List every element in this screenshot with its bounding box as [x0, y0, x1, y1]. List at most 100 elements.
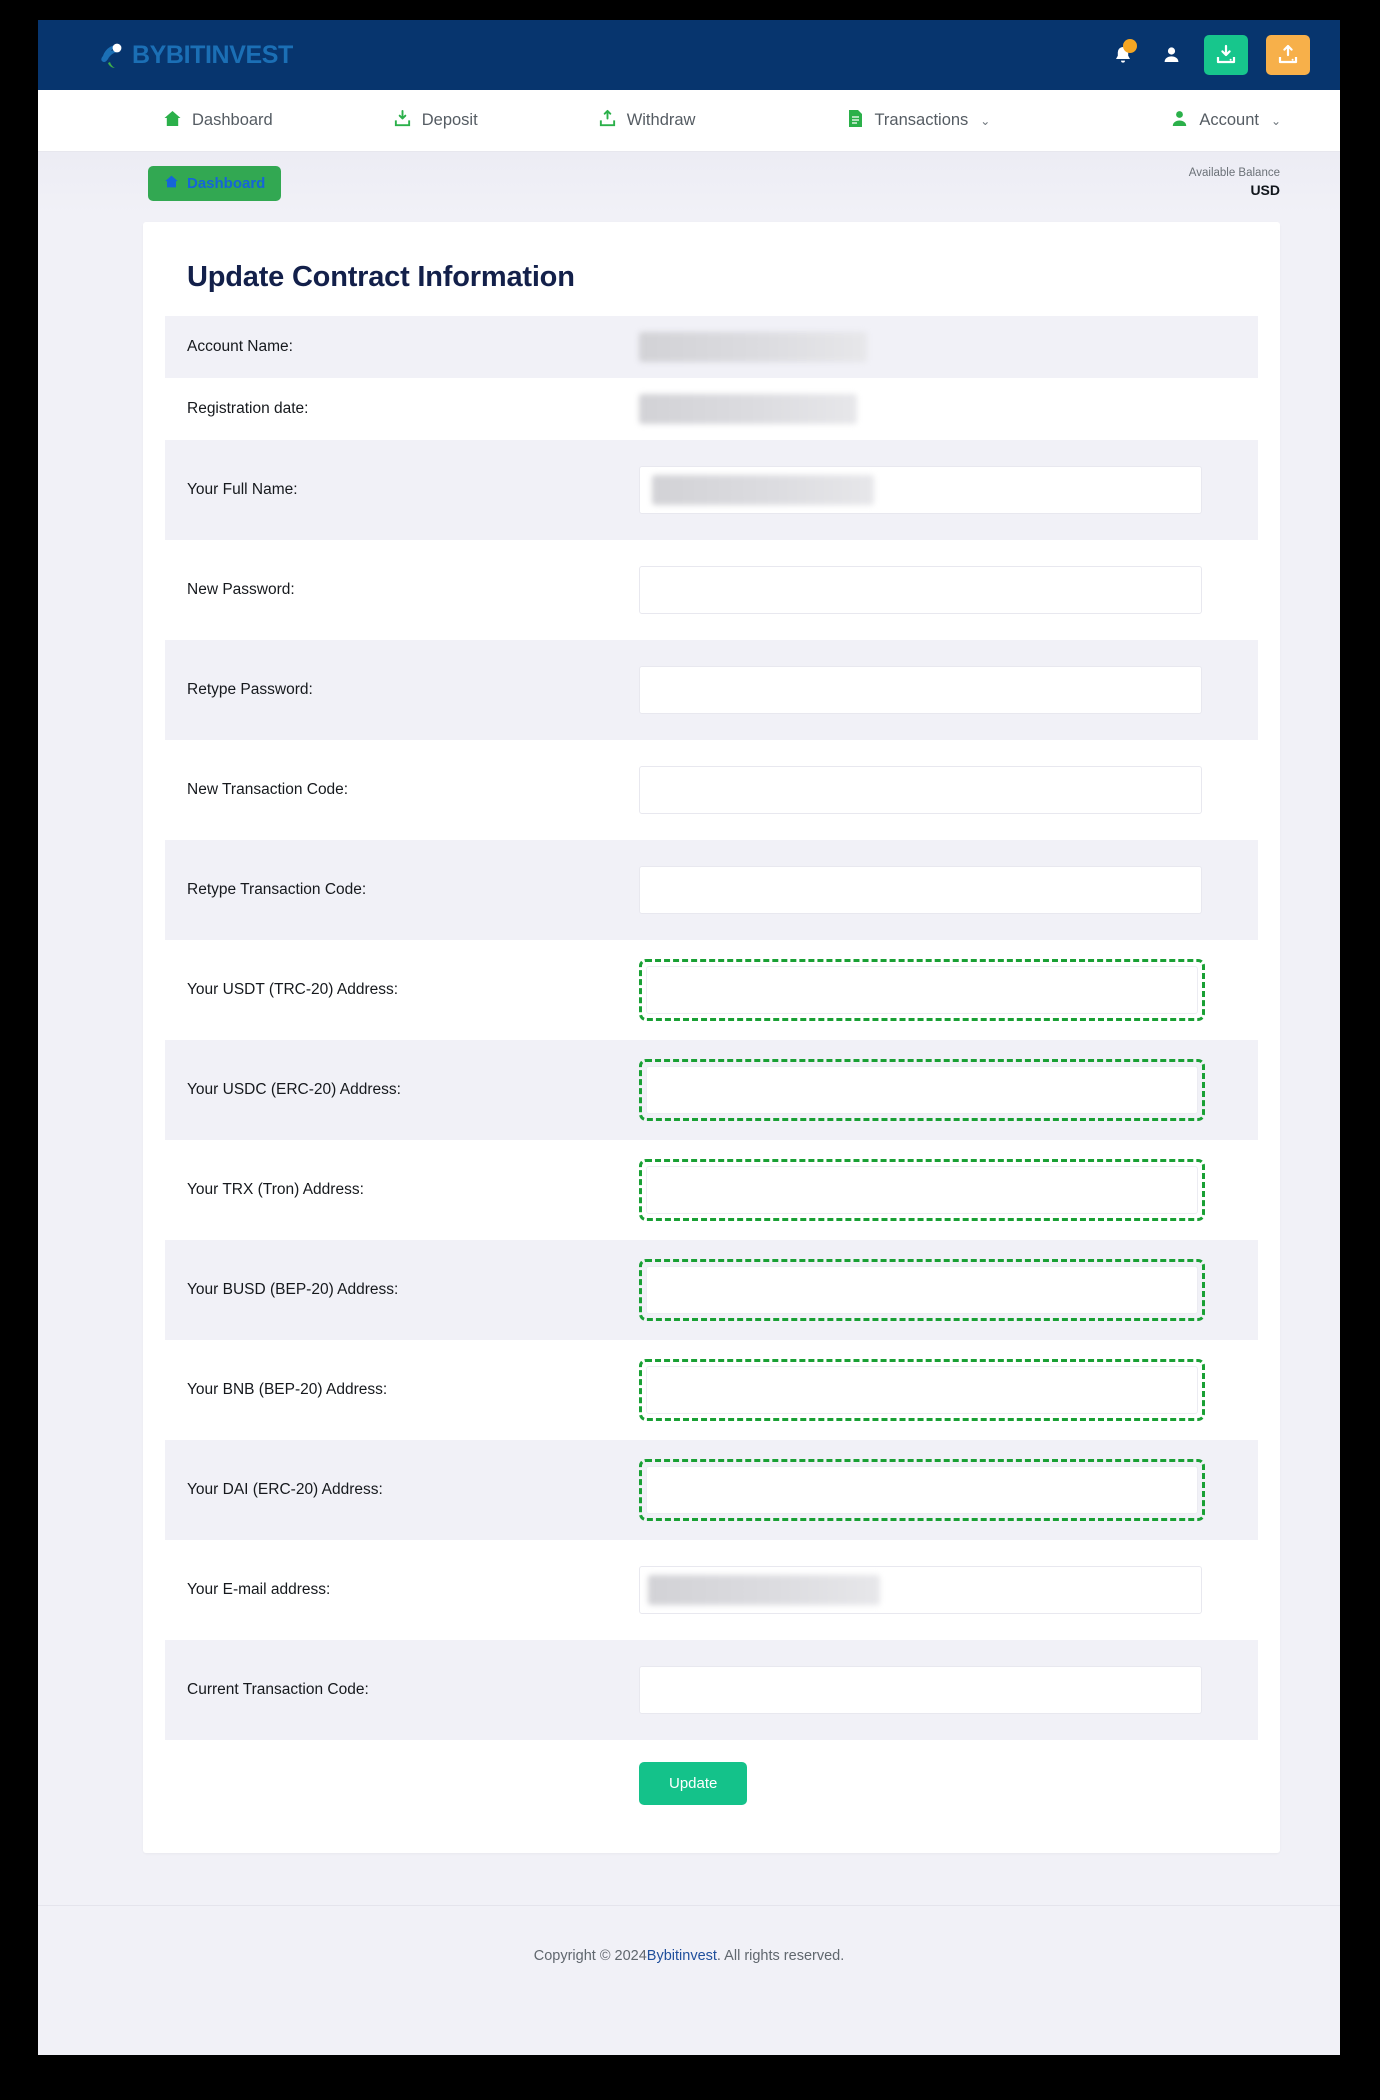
redacted-value [639, 394, 857, 424]
home-icon [164, 174, 179, 193]
text-input[interactable] [639, 1566, 1202, 1614]
redacted-value [648, 1575, 880, 1605]
form-row-field [639, 1566, 1236, 1614]
form-row-field [639, 1359, 1236, 1421]
form-row-label: Account Name: [187, 338, 293, 355]
form-row-label: Your USDC (ERC-20) Address: [187, 1081, 401, 1098]
text-input[interactable] [639, 766, 1202, 814]
redacted-value [639, 332, 867, 362]
highlighted-field-outline [639, 1059, 1205, 1121]
bell-icon[interactable] [1108, 39, 1138, 70]
highlighted-field-outline [639, 1159, 1205, 1221]
content-area: Update Contract Information Account Name… [38, 214, 1340, 1853]
footer-prefix: Copyright © 2024 [533, 1947, 647, 1964]
crypto-address-input[interactable] [646, 1266, 1198, 1314]
form-row-field [639, 866, 1236, 914]
text-input[interactable] [639, 666, 1202, 714]
form-row-field [639, 1459, 1236, 1521]
form-row: Your TRX (Tron) Address: [165, 1140, 1258, 1240]
breadcrumb-dashboard-button[interactable]: Dashboard [148, 165, 282, 201]
update-contract-card: Update Contract Information Account Name… [143, 222, 1280, 1853]
highlighted-field-outline [639, 1359, 1205, 1421]
form-row-label: Retype Password: [187, 681, 313, 698]
text-input[interactable] [639, 566, 1202, 614]
form-row-field [639, 332, 1236, 362]
text-input[interactable] [639, 1666, 1202, 1714]
form-row-label: Your BNB (BEP-20) Address: [187, 1381, 388, 1398]
nav-item-account[interactable]: Account ⌄ [1170, 109, 1281, 133]
form-row-label: New Transaction Code: [187, 781, 349, 798]
text-input[interactable] [639, 866, 1202, 914]
form-row-field [639, 766, 1236, 814]
download-icon [1216, 44, 1236, 64]
brand-logo[interactable]: BYBITINVEST [98, 38, 293, 72]
nav-label: Dashboard [192, 111, 273, 129]
form-row-label: Your Full Name: [187, 481, 298, 498]
form-row: New Password: [165, 540, 1258, 640]
form-row-field [639, 1259, 1236, 1321]
nav-label: Transactions [874, 111, 969, 129]
form-row: Your USDC (ERC-20) Address: [165, 1040, 1258, 1140]
form-row-field [639, 959, 1236, 1021]
upload-icon [1278, 44, 1298, 64]
download-icon [393, 109, 412, 133]
crypto-address-input[interactable] [646, 966, 1198, 1014]
form-row-label: Your BUSD (BEP-20) Address: [187, 1281, 399, 1298]
form-row: Your E-mail address: [165, 1540, 1258, 1640]
form-row: Retype Transaction Code: [165, 840, 1258, 940]
person-icon[interactable] [1156, 40, 1186, 70]
brand-name: BYBITINVEST [132, 40, 293, 69]
form-row-label: New Password: [187, 581, 295, 598]
footer-brand-link[interactable]: Bybitinvest [647, 1948, 717, 1964]
form-row-label: Retype Transaction Code: [187, 881, 367, 898]
document-icon [847, 109, 864, 133]
form-row-field [639, 1666, 1236, 1714]
footer-suffix: . All rights reserved. [716, 1947, 845, 1964]
text-input[interactable] [639, 466, 1202, 514]
form-row-field [639, 1159, 1236, 1221]
balance-label: Available Balance [1188, 166, 1280, 179]
form-row: Retype Password: [165, 640, 1258, 740]
form-row: Your USDT (TRC-20) Address: [165, 940, 1258, 1040]
form-row: New Transaction Code: [165, 740, 1258, 840]
balance-value: USD [1250, 182, 1280, 199]
form-row-label: Your E-mail address: [187, 1581, 331, 1598]
nav-label: Deposit [421, 111, 478, 129]
highlighted-field-outline [639, 1259, 1205, 1321]
form-row: Your Full Name: [165, 440, 1258, 540]
page-title: Update Contract Information [187, 261, 575, 293]
update-button[interactable]: Update [639, 1762, 748, 1805]
deposit-button[interactable] [1204, 35, 1248, 75]
nav-label: Account [1199, 111, 1259, 129]
breadcrumb-label: Dashboard [187, 174, 266, 192]
nav-label: Withdraw [626, 111, 696, 129]
crypto-address-input[interactable] [646, 1466, 1198, 1514]
crypto-address-input[interactable] [646, 1166, 1198, 1214]
sub-header: Dashboard Available Balance USD [38, 152, 1340, 214]
nav-item-withdraw[interactable]: Withdraw [598, 109, 696, 133]
form-row: Your BNB (BEP-20) Address: [165, 1340, 1258, 1440]
nav-item-transactions[interactable]: Transactions ⌄ [847, 109, 990, 133]
crypto-address-input[interactable] [646, 1366, 1198, 1414]
chevron-down-icon: ⌄ [1270, 113, 1282, 128]
form-row: Account Name: [165, 316, 1258, 378]
redacted-value [652, 475, 874, 505]
form-row-field [639, 1059, 1236, 1121]
upload-icon [598, 109, 617, 133]
top-bar: BYBITINVEST [38, 20, 1340, 90]
form-row-field [639, 566, 1236, 614]
crypto-address-input[interactable] [646, 1066, 1198, 1114]
withdraw-button[interactable] [1266, 35, 1310, 75]
form-row: Your BUSD (BEP-20) Address: [165, 1240, 1258, 1340]
form-row-field [639, 466, 1236, 514]
submit-row: Update [165, 1740, 1258, 1805]
available-balance: Available Balance USD [1189, 166, 1280, 200]
page-footer: Copyright © 2024 Bybitinvest. All rights… [38, 1905, 1340, 2005]
form-rows: Account Name: Registration date: Your Full… [165, 316, 1258, 1740]
nav-item-deposit[interactable]: Deposit [393, 109, 478, 133]
nav-item-dashboard[interactable]: Dashboard [163, 109, 273, 133]
notification-badge [1123, 39, 1137, 53]
form-row-label: Current Transaction Code: [187, 1681, 369, 1698]
bird-logo-icon [98, 38, 132, 72]
form-row: Registration date: [165, 378, 1258, 440]
